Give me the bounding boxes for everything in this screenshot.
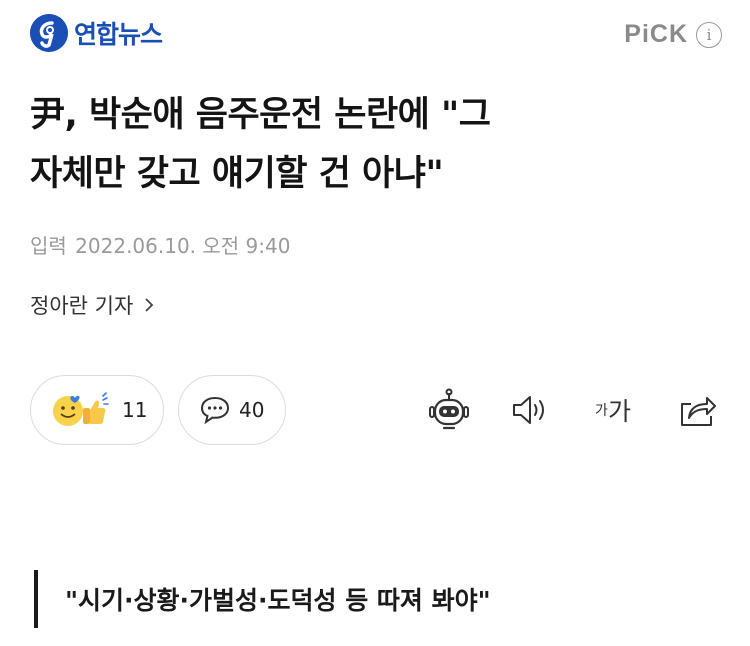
reaction-count: 11 bbox=[122, 398, 148, 422]
article-title: 尹, 박순애 음주운전 논란에 "그 자체만 갖고 얘기할 건 아냐" bbox=[30, 86, 720, 204]
comment-count: 40 bbox=[239, 398, 265, 422]
chevron-right-icon bbox=[145, 298, 154, 312]
header: 연합뉴스 PiCK i bbox=[0, 0, 750, 72]
reporter-link[interactable]: 정아란 기자 bbox=[30, 290, 157, 320]
reaction-button[interactable]: 11 bbox=[30, 375, 164, 445]
robot-icon bbox=[429, 388, 469, 430]
speech-bubble-icon bbox=[200, 396, 230, 425]
comment-button[interactable]: 40 bbox=[178, 375, 286, 445]
yonhap-logo[interactable]: 연합뉴스 bbox=[30, 14, 163, 52]
info-icon[interactable]: i bbox=[696, 21, 722, 48]
font-size-button[interactable]: 가 가 bbox=[588, 388, 638, 432]
tts-button[interactable] bbox=[508, 388, 552, 432]
date-label: 입력 bbox=[30, 234, 67, 258]
summary-button[interactable] bbox=[426, 388, 472, 432]
date-value: 2022.06.10. 오전 9:40 bbox=[75, 234, 291, 258]
logo-text: 연합뉴스 bbox=[74, 20, 163, 49]
font-size-large-label: 가 bbox=[607, 397, 631, 426]
title-line-2: 자체만 갖고 얘기할 건 아냐" bbox=[30, 154, 444, 194]
pick-badge[interactable]: PiCK i bbox=[624, 20, 722, 49]
share-icon bbox=[681, 397, 716, 426]
title-line-1: 尹, 박순애 음주운전 논란에 "그 bbox=[30, 95, 491, 135]
reporter-name: 정아란 기자 bbox=[30, 294, 134, 318]
share-button[interactable] bbox=[675, 388, 719, 432]
smile-thumbsup-icon bbox=[53, 392, 109, 426]
pick-label: PiCK bbox=[624, 20, 688, 48]
speaker-icon bbox=[513, 396, 544, 424]
yonhap-logo-icon bbox=[30, 14, 68, 52]
publish-date: 입력 2022.06.10. 오전 9:40 bbox=[30, 230, 290, 259]
font-size-small-label: 가 bbox=[595, 403, 608, 419]
article-subheading: "시기·상황·가벌성·도덕성 등 따져 봐야" bbox=[34, 570, 491, 628]
